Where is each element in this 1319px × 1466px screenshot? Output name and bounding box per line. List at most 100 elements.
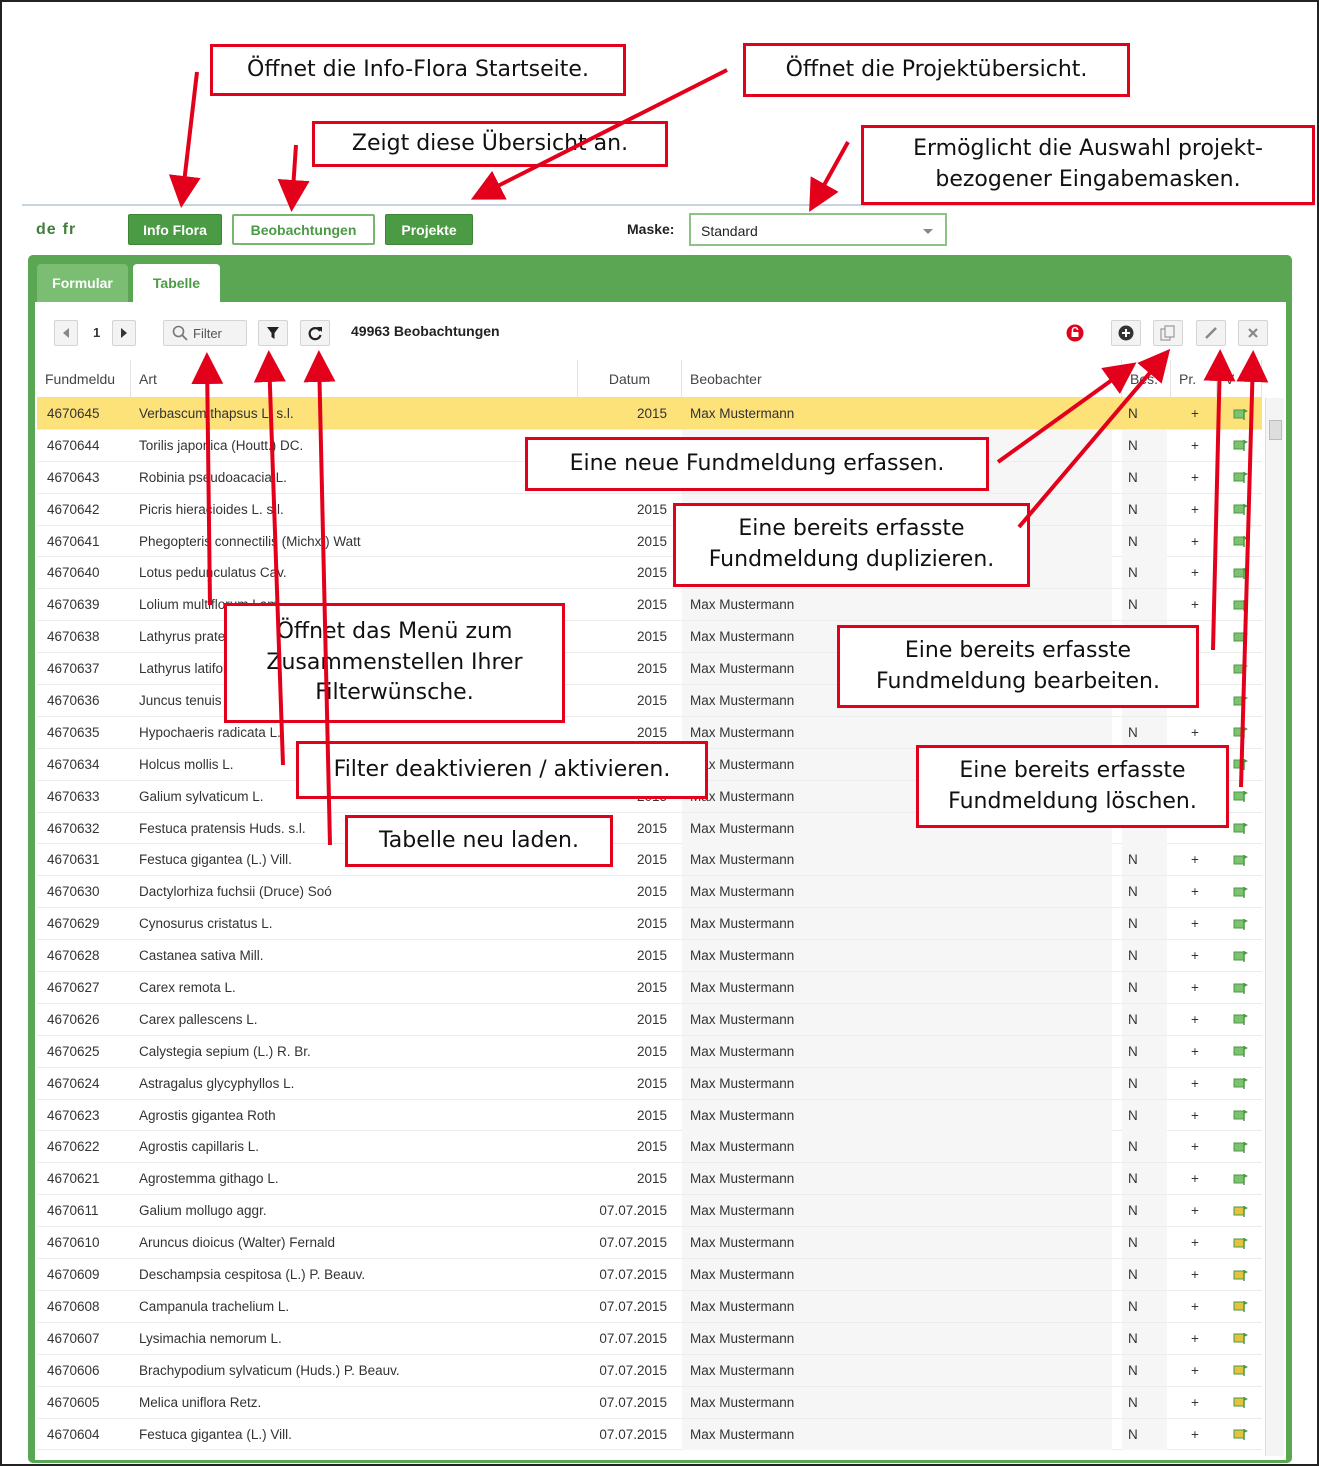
cell-datum: 2015 (636, 1107, 667, 1123)
tab-tabelle[interactable]: Tabelle (133, 264, 220, 302)
scrollbar-thumb[interactable] (1269, 420, 1282, 440)
beobachtungen-button[interactable]: Beobachtungen (232, 214, 375, 245)
cell-datum: 2015 (636, 1011, 667, 1027)
column-header-beobachter[interactable]: Beobachter (682, 360, 1122, 397)
table-row[interactable]: 4670627 Carex remota L. 2015 Max Mustermann… (37, 972, 1262, 1004)
table-row[interactable]: 4670604 Festuca gigantea (L.) Vill. 07.07.… (37, 1418, 1262, 1451)
table-row[interactable]: 4670610 Aruncus dioicus (Walter) Fernald 0… (37, 1227, 1262, 1260)
column-header-fundmeldung[interactable]: Fundmeldu (37, 360, 131, 397)
table-row[interactable]: 4670611 Galium mollugo aggr. 07.07.2015 Max… (37, 1195, 1262, 1228)
flag-icon[interactable] (1223, 1100, 1259, 1131)
table-row[interactable]: 4670605 Melica uniflora Retz. 07.07.2015 Ma… (37, 1386, 1262, 1419)
flag-icon[interactable] (1223, 908, 1259, 939)
search-icon (172, 325, 188, 341)
projekte-button[interactable]: Projekte (385, 214, 473, 245)
flag-icon[interactable] (1223, 462, 1259, 493)
table-row[interactable]: 4670621 Agrostemma githago L. 2015 Max Must… (37, 1163, 1262, 1196)
table-row[interactable]: 4670641 Phegopteris connectilis (Michx.) … (37, 525, 1262, 558)
lock-icon[interactable] (1066, 324, 1084, 342)
cell-fundmeldung: 4670637 (47, 661, 100, 677)
cell-bestaetigung: N (1122, 1067, 1167, 1099)
flag-icon[interactable] (1223, 653, 1259, 684)
table-row[interactable]: 4670608 Campanula trachelium L. 07.07.2015… (37, 1290, 1262, 1323)
mask-select[interactable]: Standard (689, 213, 947, 246)
table-row[interactable]: 4670631 Festuca gigantea (L.) Vill. 2015 Ma… (37, 844, 1262, 877)
table-row[interactable]: 4670607 Lysimachia nemorum L. 07.07.2015 Ma… (37, 1322, 1262, 1355)
table-row[interactable]: 4670639 Lolium multiflorum Lam. 2015 Max Mu… (37, 589, 1262, 622)
flag-icon[interactable] (1223, 844, 1259, 875)
column-header-datum[interactable]: Datum (578, 360, 682, 397)
column-header-bestaetigung[interactable]: Bes. (1122, 360, 1171, 397)
edit-button[interactable] (1196, 320, 1226, 346)
flag-icon[interactable] (1223, 494, 1259, 525)
flag-icon[interactable] (1223, 1291, 1259, 1322)
flag-icon[interactable] (1223, 1355, 1259, 1386)
flag-icon[interactable] (1223, 1227, 1259, 1258)
cell-bestaetigung: N (1122, 876, 1167, 908)
tab-formular[interactable]: Formular (37, 264, 128, 302)
flag-icon[interactable] (1223, 1068, 1259, 1099)
flag-icon[interactable] (1223, 398, 1259, 429)
add-record-button[interactable] (1111, 320, 1141, 346)
table-row[interactable]: 4670630 Dactylorhiza fuchsii (Druce) Soó 2… (37, 876, 1262, 909)
table-row[interactable]: 4670645 Verbascum thapsus L. s.l. 2015 Max … (37, 398, 1262, 430)
flag-icon[interactable] (1223, 1163, 1259, 1194)
cell-pr: + (1191, 884, 1199, 900)
flag-icon[interactable] (1223, 1323, 1259, 1354)
flag-icon[interactable] (1223, 1195, 1259, 1226)
cell-art: Lotus pedunculatus Cav. (139, 565, 287, 581)
table-row[interactable]: 4670626 Carex pallescens L. 2015 Max Muster… (37, 1003, 1262, 1036)
column-header-v[interactable]: V (1217, 360, 1262, 397)
reload-button[interactable] (300, 320, 330, 346)
vertical-scrollbar[interactable] (1265, 398, 1284, 1456)
flag-icon[interactable] (1223, 430, 1259, 461)
table-row[interactable]: 4670606 Brachypodium sylvaticum (Huds.) P… (37, 1354, 1262, 1387)
lang-de-link[interactable]: de (36, 221, 57, 238)
flag-icon[interactable] (1223, 1131, 1259, 1162)
cell-fundmeldung: 4670635 (47, 724, 100, 740)
table-row[interactable]: 4670609 Deschampsia cespitosa (L.) P. Bea… (37, 1259, 1262, 1291)
next-page-button[interactable] (112, 320, 136, 346)
table-row[interactable]: 4670623 Agrostis gigantea Roth 2015 Max Mus… (37, 1099, 1262, 1132)
cell-pr: + (1191, 597, 1199, 613)
column-header-art[interactable]: Art (131, 360, 578, 397)
flag-icon[interactable] (1223, 685, 1259, 716)
table-row[interactable]: 4670642 Picris hieracioides L. s.l. 2015 N + (37, 493, 1262, 526)
filter-button[interactable]: Filter (163, 320, 247, 346)
annotation-duplizieren-line1: Eine bereits erfasste (738, 516, 965, 542)
flag-icon[interactable] (1223, 876, 1259, 907)
duplicate-button[interactable] (1153, 320, 1183, 346)
table-row[interactable]: 4670629 Cynosurus cristatus L. 2015 Max Mus… (37, 908, 1262, 941)
cell-beobachter: Max Mustermann (682, 940, 1112, 972)
table-row[interactable]: 4670625 Calystegia sepium (L.) R. Br. 2015… (37, 1035, 1262, 1068)
delete-button[interactable] (1238, 320, 1268, 346)
flag-icon[interactable] (1223, 1419, 1259, 1450)
filter-toggle-button[interactable] (258, 320, 288, 346)
cell-pr: + (1191, 1043, 1199, 1059)
prev-page-button[interactable] (54, 320, 78, 346)
cell-fundmeldung: 4670632 (47, 820, 100, 836)
flag-icon[interactable] (1223, 526, 1259, 557)
table-row[interactable]: 4670640 Lotus pedunculatus Cav. 2015 N + (37, 557, 1262, 590)
table-row[interactable]: 4670628 Castanea sativa Mill. 2015 Max Must… (37, 940, 1262, 973)
cell-beobachter: Max Mustermann (682, 1322, 1112, 1354)
flag-icon[interactable] (1223, 621, 1259, 652)
flag-icon[interactable] (1223, 1036, 1259, 1067)
flag-icon[interactable] (1223, 557, 1259, 588)
flag-icon[interactable] (1223, 1259, 1259, 1290)
table-row[interactable]: 4670624 Astragalus glycyphyllos L. 2015 Max… (37, 1067, 1262, 1100)
flag-icon[interactable] (1223, 940, 1259, 971)
info-flora-button[interactable]: Info Flora (128, 214, 222, 245)
column-header-pr[interactable]: Pr. (1171, 360, 1217, 397)
flag-icon[interactable] (1223, 1004, 1259, 1035)
lang-fr-link[interactable]: fr (63, 221, 77, 238)
cell-art: Carex remota L. (139, 980, 236, 996)
cell-bestaetigung: N (1122, 525, 1167, 557)
flag-icon[interactable] (1223, 972, 1259, 1003)
flag-icon[interactable] (1223, 1387, 1259, 1418)
flag-icon[interactable] (1223, 717, 1259, 748)
table-row[interactable]: 4670622 Agrostis capillaris L. 2015 Max Mus… (37, 1131, 1262, 1164)
flag-icon[interactable] (1223, 589, 1259, 620)
cell-art: Torilis japonica (Houtt.) DC. (139, 437, 304, 453)
cell-pr: + (1191, 1298, 1199, 1314)
